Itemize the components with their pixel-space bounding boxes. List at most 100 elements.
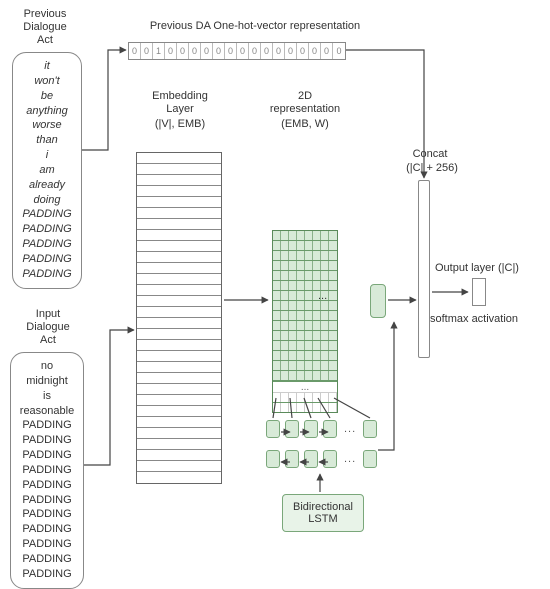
embedding-row <box>137 417 221 428</box>
grid-row <box>273 281 337 291</box>
grid-cell <box>297 371 305 380</box>
grid-cell <box>329 271 337 280</box>
grid-cell <box>329 291 337 300</box>
embedding-row <box>137 340 221 351</box>
grid-cell <box>281 281 289 290</box>
previous-da-heading: PreviousDialogueAct <box>10 8 80 48</box>
softmax-label: softmax activation <box>430 313 540 326</box>
grid-cell <box>273 351 281 360</box>
prev-token: won't <box>19 74 75 89</box>
grid-cell <box>313 351 321 360</box>
embedding-row <box>137 153 221 164</box>
onehot-cell: 0 <box>261 43 273 59</box>
grid-cell <box>289 251 297 260</box>
grid-cell <box>289 311 297 320</box>
grid-cell <box>305 311 313 320</box>
grid-cell <box>289 341 297 350</box>
input-token: reasonable <box>17 404 77 419</box>
grid-row <box>273 261 337 271</box>
grid-cell <box>289 331 297 340</box>
grid-cell <box>313 403 321 412</box>
grid-cell <box>289 301 297 310</box>
grid-cell <box>289 371 297 380</box>
grid-cell <box>321 231 329 240</box>
grid-cell <box>329 251 337 260</box>
lstm-cell <box>266 450 280 468</box>
grid-cell <box>329 261 337 270</box>
output-title: Output layer (|C|) <box>435 262 545 275</box>
embedding-row <box>137 263 221 274</box>
grid-cell <box>329 371 337 380</box>
lstm-cell <box>304 420 318 438</box>
prev-token: PADDING <box>19 237 75 252</box>
grid-cell <box>281 261 289 270</box>
embedding-row <box>137 241 221 252</box>
grid-cell <box>329 321 337 330</box>
prev-token: PADDING <box>19 267 75 282</box>
grid-cell <box>281 321 289 330</box>
grid-cell <box>281 403 289 412</box>
embedding-row <box>137 406 221 417</box>
grid-cell <box>273 311 281 320</box>
grid-cell <box>281 393 289 402</box>
grid-row <box>273 241 337 251</box>
prev-token: am <box>19 163 75 178</box>
grid-cell <box>321 371 329 380</box>
onehot-cell: 0 <box>285 43 297 59</box>
prev-token: doing <box>19 193 75 208</box>
grid-cell <box>289 241 297 250</box>
onehot-cell: 0 <box>213 43 225 59</box>
grid-cell <box>305 361 313 370</box>
input-dialogue-box: nomidnightisreasonablePADDINGPADDINGPADD… <box>10 352 84 589</box>
embedding-row <box>137 395 221 406</box>
grid-row <box>273 291 337 301</box>
grid-cell <box>305 301 313 310</box>
previous-dialogue-box: itwon'tbeanythingworsethaniamalreadydoin… <box>12 52 82 289</box>
grid-cell <box>297 231 305 240</box>
input-token: PADDING <box>17 418 77 433</box>
grid-cell <box>281 301 289 310</box>
grid-cell <box>305 341 313 350</box>
onehot-cell: 0 <box>237 43 249 59</box>
grid-cell <box>305 291 313 300</box>
grid-cell <box>297 301 305 310</box>
grid-cell <box>313 311 321 320</box>
grid-cell <box>297 321 305 330</box>
grid-cell <box>313 331 321 340</box>
onehot-cell: 0 <box>141 43 153 59</box>
embedding-row <box>137 450 221 461</box>
grid-cell <box>281 311 289 320</box>
grid-row <box>273 361 337 371</box>
onehot-cell: 0 <box>273 43 285 59</box>
grid-cell <box>281 351 289 360</box>
lstm-cell <box>323 450 337 468</box>
grid-cell <box>297 331 305 340</box>
grid-ellipsis: ... <box>318 290 327 303</box>
grid-cell <box>289 321 297 330</box>
grid-cell <box>321 271 329 280</box>
grid-cell <box>313 251 321 260</box>
prev-token: anything <box>19 104 75 119</box>
grid-cell <box>281 231 289 240</box>
embedding-row <box>137 329 221 340</box>
grid-cell <box>281 241 289 250</box>
input-token: PADDING <box>17 448 77 463</box>
grid-cell <box>313 271 321 280</box>
embedding-row <box>137 296 221 307</box>
grid-cell <box>273 321 281 330</box>
repr2d-sub: (EMB, W) <box>255 118 355 131</box>
grid-cell <box>305 403 313 412</box>
embedding-row <box>137 362 221 373</box>
grid-cell <box>273 241 281 250</box>
grid-cell <box>273 371 281 380</box>
grid-cell <box>273 341 281 350</box>
grid-cell <box>289 261 297 270</box>
embedding-row <box>137 318 221 329</box>
grid-cell <box>297 261 305 270</box>
bilstm-row-forward: ... <box>266 420 377 438</box>
grid-cell <box>281 271 289 280</box>
embedding-row <box>137 175 221 186</box>
grid-cell <box>297 351 305 360</box>
grid-cell <box>321 403 329 412</box>
grid-cell <box>321 341 329 350</box>
